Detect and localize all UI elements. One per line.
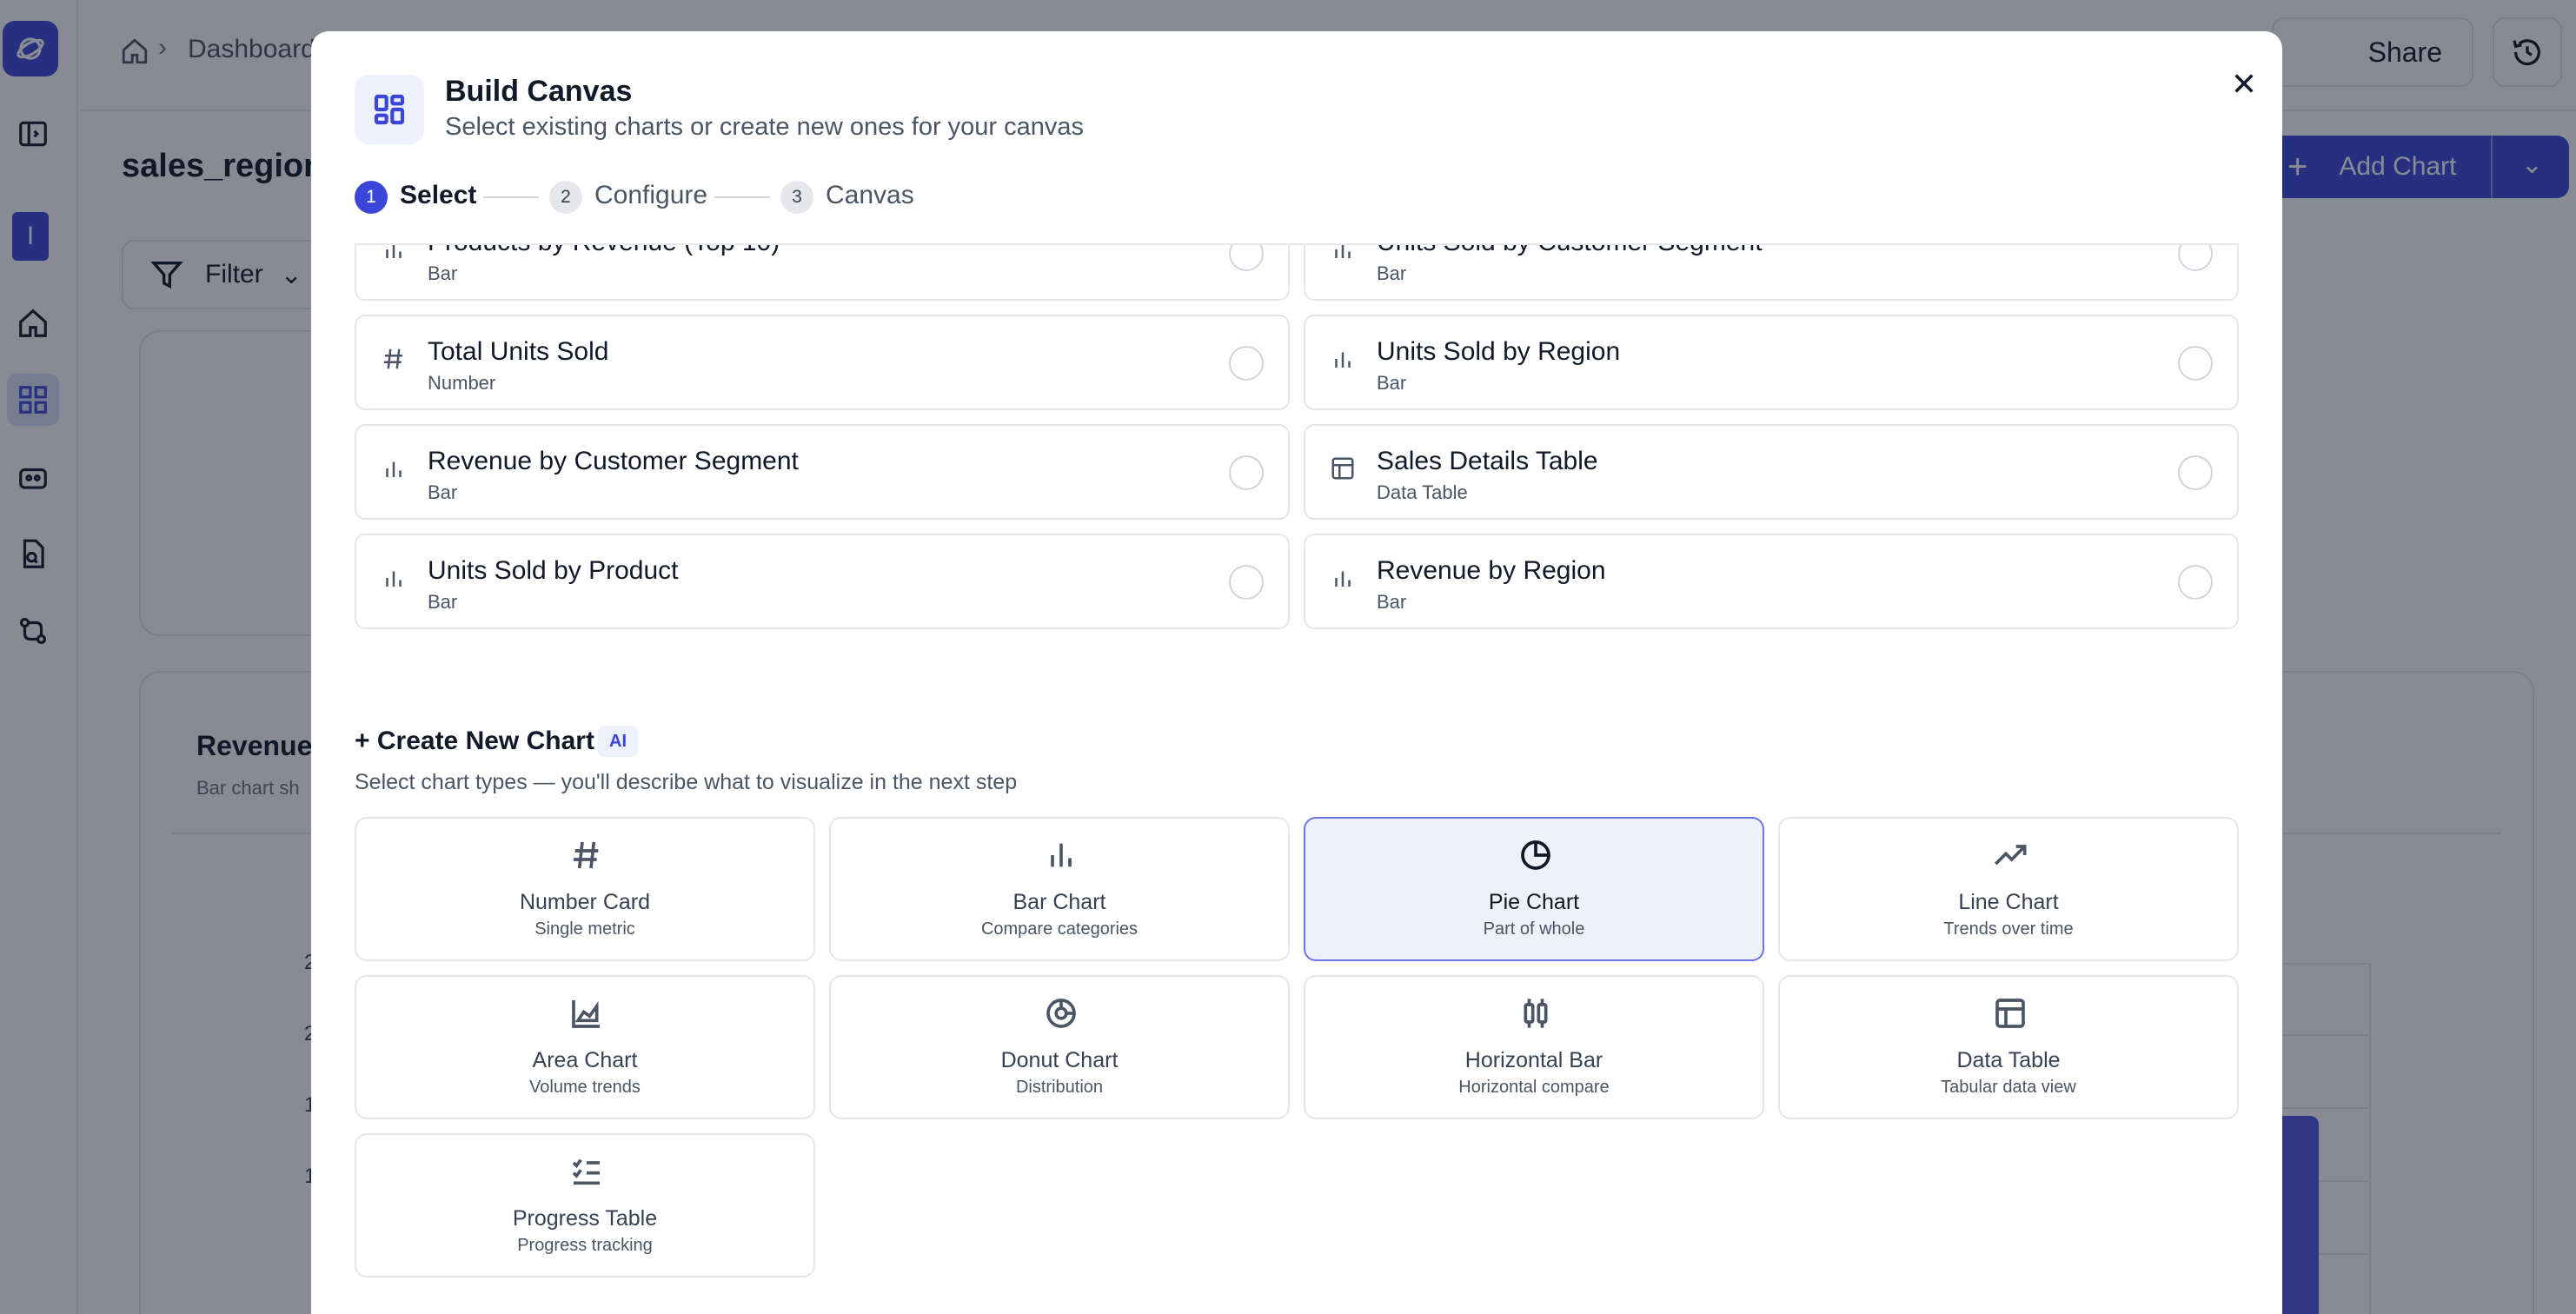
chart-item-type: Number [428, 372, 496, 394]
chart-item-type: Bar [428, 481, 458, 503]
bar-chart-icon [381, 565, 407, 591]
chart-type-area-chart[interactable]: Area Chart Volume trends [355, 975, 815, 1119]
chart-type-desc: Part of whole [1483, 919, 1585, 939]
chart-type-donut-chart[interactable]: Donut Chart Distribution [829, 975, 1290, 1119]
chart-type-data-table[interactable]: Data Table Tabular data view [1778, 975, 2239, 1119]
step-2-number: 2 [549, 181, 582, 214]
chart-item[interactable]: Products by Revenue (Top 10) Bar [355, 245, 1290, 301]
bar-chart-icon [381, 455, 407, 481]
chart-type-name: Number Card [519, 890, 651, 914]
chart-type-name: Donut Chart [1000, 1048, 1119, 1072]
chart-item[interactable]: Revenue by Region Bar [1304, 534, 2239, 629]
step-1-number: 1 [355, 181, 388, 214]
chart-item-name: Units Sold by Customer Segment [1377, 245, 1763, 257]
horizontal-bar-icon [1518, 996, 1553, 1031]
stepper: 1 Select 2 Configure 3 Canvas [355, 176, 1398, 217]
close-button[interactable] [2220, 59, 2268, 108]
chart-type-horizontal-bar[interactable]: Horizontal Bar Horizontal compare [1304, 975, 1764, 1119]
chart-item-name: Revenue by Region [1377, 556, 1606, 585]
chart-type-desc: Trends over time [1943, 919, 2074, 939]
chart-item-type: Bar [428, 262, 458, 284]
chart-item[interactable]: Revenue by Customer Segment Bar [355, 424, 1290, 520]
chart-item-radio[interactable] [1229, 245, 1264, 271]
close-icon [2234, 74, 2254, 93]
modal-scroll-area[interactable]: Products by Revenue (Top 10) Bar Units S… [311, 245, 2282, 1314]
chart-type-name: Bar Chart [1012, 890, 1106, 914]
chart-item-type: Bar [428, 591, 458, 613]
step-connector [483, 196, 539, 198]
table-icon [1993, 996, 2028, 1031]
chart-type-progress-table[interactable]: Progress Table Progress tracking [355, 1133, 815, 1278]
chart-item-radio[interactable] [1229, 455, 1264, 490]
chart-item[interactable]: Sales Details Table Data Table [1304, 424, 2239, 520]
bar-chart-icon [381, 245, 407, 262]
chart-item[interactable]: Total Units Sold Number [355, 315, 1290, 410]
chart-item-radio[interactable] [1229, 346, 1264, 381]
chart-item-radio[interactable] [2178, 455, 2213, 490]
chart-item-name: Units Sold by Product [428, 556, 679, 585]
trending-up-icon [1993, 838, 2028, 873]
chart-item-type: Data Table [1377, 481, 1468, 503]
bar-chart-icon [1330, 346, 1356, 372]
chart-item-radio[interactable] [2178, 245, 2213, 271]
donut-chart-icon [1044, 996, 1079, 1031]
chart-item-radio[interactable] [1229, 565, 1264, 600]
chart-type-number-card[interactable]: Number Card Single metric [355, 817, 815, 961]
modal-subtitle: Select existing charts or create new one… [445, 113, 1085, 141]
table-icon [1330, 455, 1356, 481]
canvas-icon [355, 75, 424, 144]
chart-item[interactable]: Units Sold by Region Bar [1304, 315, 2239, 410]
chart-item-name: Products by Revenue (Top 10) [428, 245, 780, 257]
step-connector [714, 196, 770, 198]
step-3-label[interactable]: Canvas [826, 181, 914, 210]
chart-type-pie-chart[interactable]: Pie Chart Part of whole [1304, 817, 1764, 961]
hash-icon [381, 346, 407, 372]
chart-item[interactable]: Units Sold by Customer Segment Bar [1304, 245, 2239, 301]
chart-type-desc: Single metric [534, 919, 635, 939]
chart-type-name: Progress Table [512, 1206, 658, 1231]
chart-type-desc: Progress tracking [517, 1236, 653, 1255]
chart-item-name: Units Sold by Region [1377, 337, 1621, 366]
step-1-label[interactable]: Select [400, 181, 476, 210]
chart-type-name: Line Chart [1958, 890, 2059, 914]
ai-badge: AI [598, 726, 638, 757]
chart-type-desc: Horizontal compare [1458, 1078, 1610, 1097]
chart-item-type: Bar [1377, 262, 1407, 284]
bar-chart-icon [1330, 565, 1356, 591]
chart-item-name: Revenue by Customer Segment [428, 447, 799, 475]
pie-chart-icon [1518, 838, 1553, 873]
chart-type-name: Area Chart [532, 1048, 638, 1072]
chart-type-name: Horizontal Bar [1464, 1048, 1603, 1072]
create-new-chart-subtitle: Select chart types — you'll describe wha… [355, 770, 1018, 794]
hash-icon [569, 838, 604, 873]
modal-title: Build Canvas [445, 75, 633, 108]
create-new-chart-title: + Create New Chart [355, 727, 594, 755]
bar-chart-icon [1044, 838, 1079, 873]
chart-item-radio[interactable] [2178, 346, 2213, 381]
step-3-number: 3 [780, 181, 813, 214]
chart-type-desc: Compare categories [980, 919, 1139, 939]
chart-item-type: Bar [1377, 372, 1407, 394]
chart-item-name: Total Units Sold [428, 337, 609, 366]
list-checks-icon [569, 1154, 604, 1189]
chart-type-line-chart[interactable]: Line Chart Trends over time [1778, 817, 2239, 961]
chart-type-name: Data Table [1956, 1048, 2061, 1072]
step-2-label[interactable]: Configure [594, 181, 707, 210]
chart-type-desc: Tabular data view [1941, 1078, 2076, 1097]
chart-item-radio[interactable] [2178, 565, 2213, 600]
chart-item-name: Sales Details Table [1377, 447, 1598, 475]
bar-chart-icon [1330, 245, 1356, 262]
chart-item-type: Bar [1377, 591, 1407, 613]
chart-type-bar-chart[interactable]: Bar Chart Compare categories [829, 817, 1290, 961]
build-canvas-modal: Build Canvas Select existing charts or c… [311, 31, 2282, 1314]
chart-type-name: Pie Chart [1488, 890, 1580, 914]
chart-item[interactable]: Units Sold by Product Bar [355, 534, 1290, 629]
chart-type-desc: Volume trends [529, 1078, 641, 1097]
chart-type-desc: Distribution [1015, 1078, 1104, 1097]
area-chart-icon [569, 996, 604, 1031]
